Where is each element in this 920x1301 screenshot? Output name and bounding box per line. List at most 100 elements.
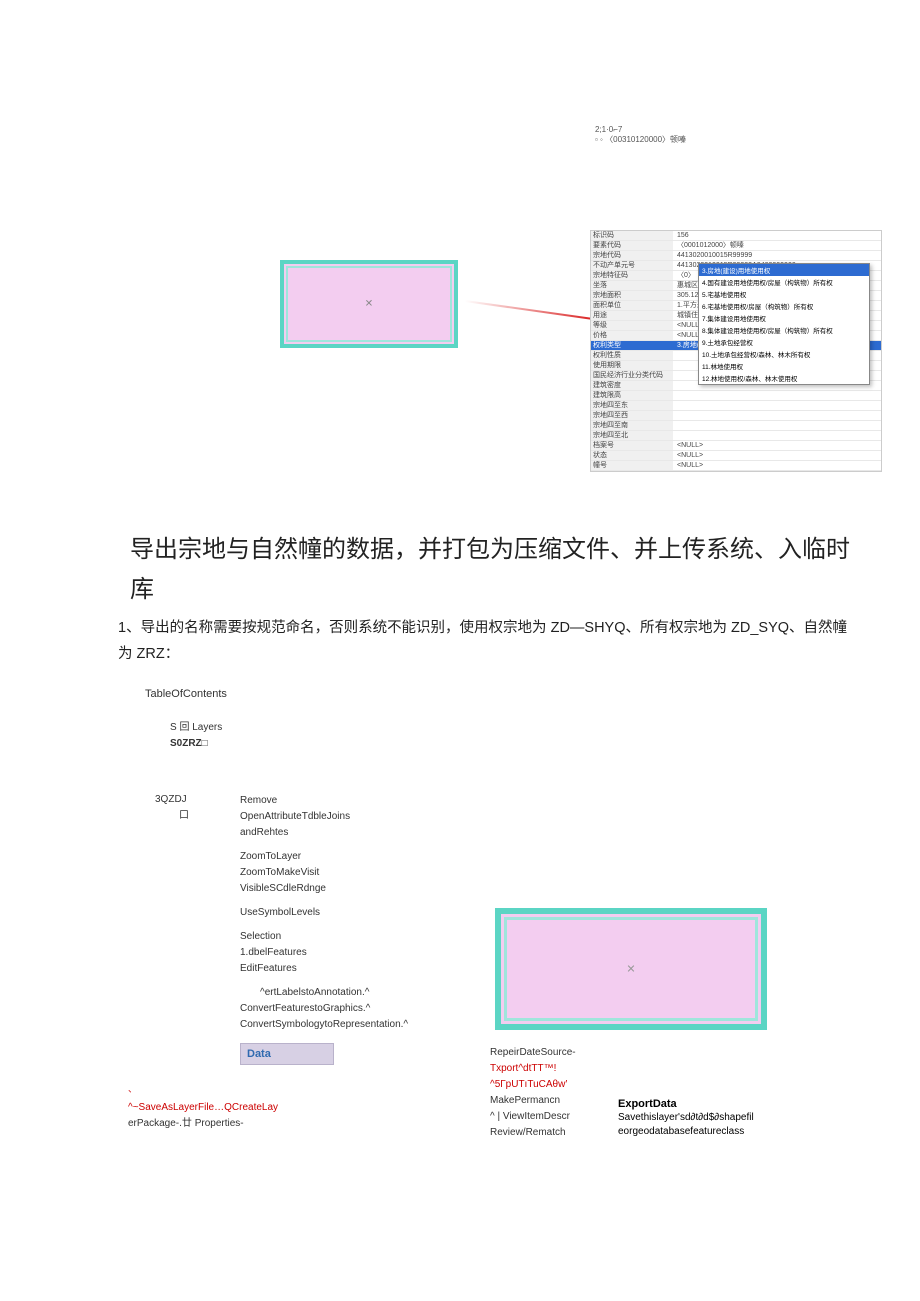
attr-row[interactable]: 宗地代码4413020010015R99999 bbox=[591, 251, 881, 261]
menu-selection[interactable]: Selection bbox=[240, 929, 455, 945]
attr-key: 幢号 bbox=[591, 461, 673, 470]
dropdown-option[interactable]: 12.林地使用权/森林、林木使用权 bbox=[699, 372, 869, 384]
menu-convert-ann[interactable]: ^ertLabelstoAnnotation.^ bbox=[240, 985, 455, 1001]
attr-row[interactable]: 宗地四至西 bbox=[591, 411, 881, 421]
attr-value[interactable]: <NULL> bbox=[673, 441, 881, 450]
save-layer-lines: ^~SaveAsLayerFile…QCreateLay erPackage-.… bbox=[128, 1100, 278, 1132]
attr-key: 宗地特征码 bbox=[591, 271, 673, 280]
attr-row[interactable]: 宗地四至东 bbox=[591, 401, 881, 411]
attr-key: 权利性质 bbox=[591, 351, 673, 360]
attr-key: 宗地四至西 bbox=[591, 411, 673, 420]
attr-row[interactable]: 状态<NULL> bbox=[591, 451, 881, 461]
make-permanent[interactable]: MakePermancn bbox=[490, 1093, 576, 1109]
attr-key: 等级 bbox=[591, 321, 673, 330]
data-submenu-notes: RepeirDateSource- Txport^dtTT™! ^5ГpUTıT… bbox=[490, 1045, 576, 1141]
x-mark-icon: ✕ bbox=[626, 963, 635, 976]
attr-key: 坐落 bbox=[591, 281, 673, 290]
menu-and-relates[interactable]: andRehtes bbox=[240, 825, 455, 841]
section-heading: 导出宗地与自然幢的数据，并打包为压缩文件、并上传系统、入临时库 bbox=[130, 530, 850, 610]
attr-row[interactable]: 宗地四至北 bbox=[591, 431, 881, 441]
export-dt[interactable]: Txport^dtTT™! bbox=[490, 1061, 576, 1077]
menu-convert-graphics[interactable]: ConvertFeaturestoGraphics.^ bbox=[240, 1001, 455, 1017]
scale-line: 2;1·0⌐7 bbox=[595, 125, 686, 134]
export-data-heading: ExportData bbox=[618, 1097, 754, 1111]
dropdown-option[interactable]: 9.土地承包经营权 bbox=[699, 336, 869, 348]
toc-layers: S 回 Layers bbox=[170, 720, 222, 736]
attr-value[interactable] bbox=[673, 411, 881, 420]
toc-title: TableOfContents bbox=[145, 688, 227, 700]
attr-key: 权利类型 bbox=[591, 341, 673, 350]
dropdown-option[interactable]: 8.集体建设用地使用权/房屋（构筑物）所有权 bbox=[699, 324, 869, 336]
attr-key: 不动产单元号 bbox=[591, 261, 673, 270]
parcel-preview-large: ✕ bbox=[495, 908, 767, 1030]
qzdj-l1: 3QZDJ bbox=[155, 792, 189, 808]
menu-dbel[interactable]: 1.dbelFeatures bbox=[240, 945, 455, 961]
review-rematch[interactable]: Review/Rematch bbox=[490, 1125, 576, 1141]
attr-value[interactable]: <NULL> bbox=[673, 461, 881, 470]
attr-key: 国民经济行业分类代码 bbox=[591, 371, 673, 380]
attr-key: 标识码 bbox=[591, 231, 673, 240]
attr-key: 宗地四至北 bbox=[591, 431, 673, 440]
dropdown-option[interactable]: 6.宅基地使用权/房屋（构筑物）所有权 bbox=[699, 300, 869, 312]
dropdown-option[interactable]: 4.国有建设用地使用权/房屋（构筑物）所有权 bbox=[699, 276, 869, 288]
view-item-descr[interactable]: ^ | ViewItemDescr bbox=[490, 1109, 576, 1125]
menu-convert-repr[interactable]: ConvertSymbologytoRepresentation.^ bbox=[240, 1017, 455, 1033]
attr-key: 要素代码 bbox=[591, 241, 673, 250]
rule-text: 1、导出的名称需要按规范命名，否则系统不能识别，使用权宗地为 ZD—SHYQ、所… bbox=[118, 615, 850, 667]
attr-key: 宗地四至南 bbox=[591, 421, 673, 430]
attr-row[interactable]: 标识码156 bbox=[591, 231, 881, 241]
attr-value[interactable]: <NULL> bbox=[673, 451, 881, 460]
attr-value[interactable]: 〈0001012000〉顿嗪 bbox=[673, 241, 881, 250]
x-mark-icon: ✕ bbox=[365, 299, 373, 310]
attr-value[interactable] bbox=[673, 391, 881, 400]
attr-key: 宗地代码 bbox=[591, 251, 673, 260]
menu-zoom-make[interactable]: ZoomToMakeVisit bbox=[240, 865, 455, 881]
attr-row[interactable]: 幢号<NULL> bbox=[591, 461, 881, 471]
export-symbols: ^5ГpUTıTuCAθw′ bbox=[490, 1077, 576, 1093]
menu-symbol-levels[interactable]: UseSymbolLevels bbox=[240, 905, 455, 921]
save-as-layer[interactable]: ^~SaveAsLayerFile…QCreateLay bbox=[128, 1102, 278, 1113]
attr-row[interactable]: 要素代码〈0001012000〉顿嗪 bbox=[591, 241, 881, 251]
qzdj-l2: 口 bbox=[155, 808, 189, 824]
attr-value[interactable] bbox=[673, 421, 881, 430]
repair-data-source[interactable]: RepeirDateSource- bbox=[490, 1045, 576, 1061]
attr-value[interactable] bbox=[673, 431, 881, 440]
menu-remove[interactable]: Remove bbox=[240, 793, 455, 809]
attr-value[interactable] bbox=[673, 401, 881, 410]
menu-zoom-layer[interactable]: ZoomToLayer bbox=[240, 849, 455, 865]
dropdown-option[interactable]: 11.林地使用权 bbox=[699, 360, 869, 372]
attr-key: 状态 bbox=[591, 451, 673, 460]
menu-visible-range[interactable]: VisibleSCdleRdnge bbox=[240, 881, 455, 897]
menu-edit-features[interactable]: EditFeatures bbox=[240, 961, 455, 977]
layer-line: ▫ ◦ 〈00310120000〉顿嗪 bbox=[595, 134, 686, 145]
attr-key: 宗地四至东 bbox=[591, 401, 673, 410]
qllx-dropdown[interactable]: 3.房地(建设)用地使用权4.国有建设用地使用权/房屋（构筑物）所有权5.宅基地… bbox=[698, 263, 870, 385]
attr-row[interactable]: 档案号<NULL> bbox=[591, 441, 881, 451]
attr-key: 宗地面积 bbox=[591, 291, 673, 300]
tilde-mark: 、 bbox=[128, 1082, 137, 1095]
attr-key: 档案号 bbox=[591, 441, 673, 450]
export-tooltip: ExportData Savethislayer'sd∂t∂d$∂shapefi… bbox=[618, 1097, 754, 1139]
menu-open-attr[interactable]: OpenAttributeTdbleJoins bbox=[240, 809, 455, 825]
attr-key: 建筑密度 bbox=[591, 381, 673, 390]
attr-row[interactable]: 宗地四至南 bbox=[591, 421, 881, 431]
context-menu-column: Remove OpenAttributeTdbleJoins andRehtes… bbox=[240, 793, 455, 1065]
top-screenshot-area: 2;1·0⌐7 ▫ ◦ 〈00310120000〉顿嗪 ✕ 标识码156要素代码… bbox=[130, 130, 880, 530]
dropdown-option[interactable]: 5.宅基地使用权 bbox=[699, 288, 869, 300]
dropdown-option[interactable]: 10.土地承包经营权/森林、林木所有权 bbox=[699, 348, 869, 360]
attr-key: 面积单位 bbox=[591, 301, 673, 310]
attr-value[interactable]: 156 bbox=[673, 231, 881, 240]
create-layer-pkg[interactable]: erPackage-.廿 Properties- bbox=[128, 1118, 244, 1129]
export-desc-2: eorgeodatabasefeatureclass bbox=[618, 1125, 754, 1139]
dropdown-option[interactable]: 7.集体建设用地使用权 bbox=[699, 312, 869, 324]
attr-key: 使用期限 bbox=[591, 361, 673, 370]
parcel-preview: ✕ bbox=[280, 260, 458, 348]
toc-zrz: S0ZRZ□ bbox=[170, 736, 222, 752]
dropdown-option[interactable]: 3.房地(建设)用地使用权 bbox=[699, 264, 869, 276]
attr-value[interactable]: 4413020010015R99999 bbox=[673, 251, 881, 260]
attr-row[interactable]: 建筑限高 bbox=[591, 391, 881, 401]
data-button[interactable]: Data bbox=[240, 1043, 334, 1065]
toc-lines: S 回 Layers S0ZRZ□ bbox=[170, 720, 222, 752]
attr-key: 价格 bbox=[591, 331, 673, 340]
export-desc-1: Savethislayer'sd∂t∂d$∂shapefil bbox=[618, 1111, 754, 1125]
